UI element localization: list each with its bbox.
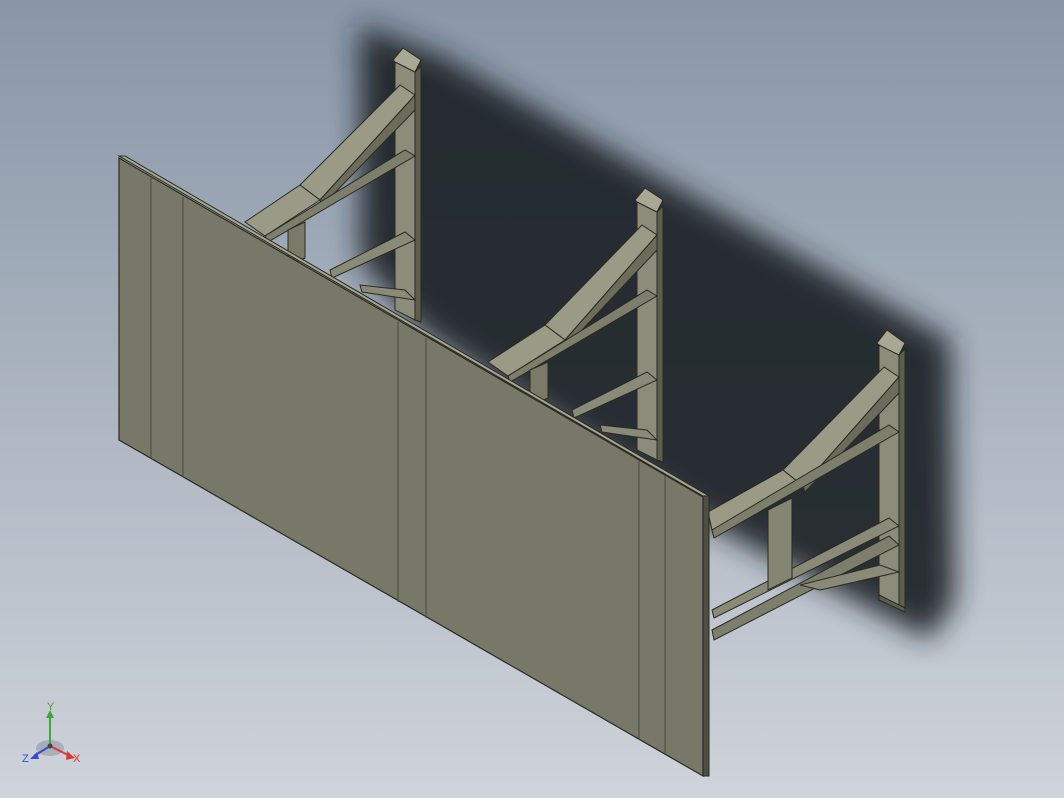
orientation-triad[interactable]: Y X Z xyxy=(18,700,88,770)
model-scene[interactable] xyxy=(0,0,1064,798)
3d-graphics-viewport[interactable]: Y X Z xyxy=(0,0,1064,798)
z-axis-label: Z xyxy=(22,753,29,765)
front-panel-right-edge xyxy=(702,495,710,777)
x-axis-label: X xyxy=(73,753,81,765)
bracket-1-post-side xyxy=(414,64,422,323)
bracket-2-post-side xyxy=(656,204,664,463)
bracket-3-post-side xyxy=(898,347,906,609)
y-axis-label: Y xyxy=(47,701,55,713)
bracket-3-inner-post xyxy=(767,497,793,591)
triad-origin xyxy=(47,743,53,749)
